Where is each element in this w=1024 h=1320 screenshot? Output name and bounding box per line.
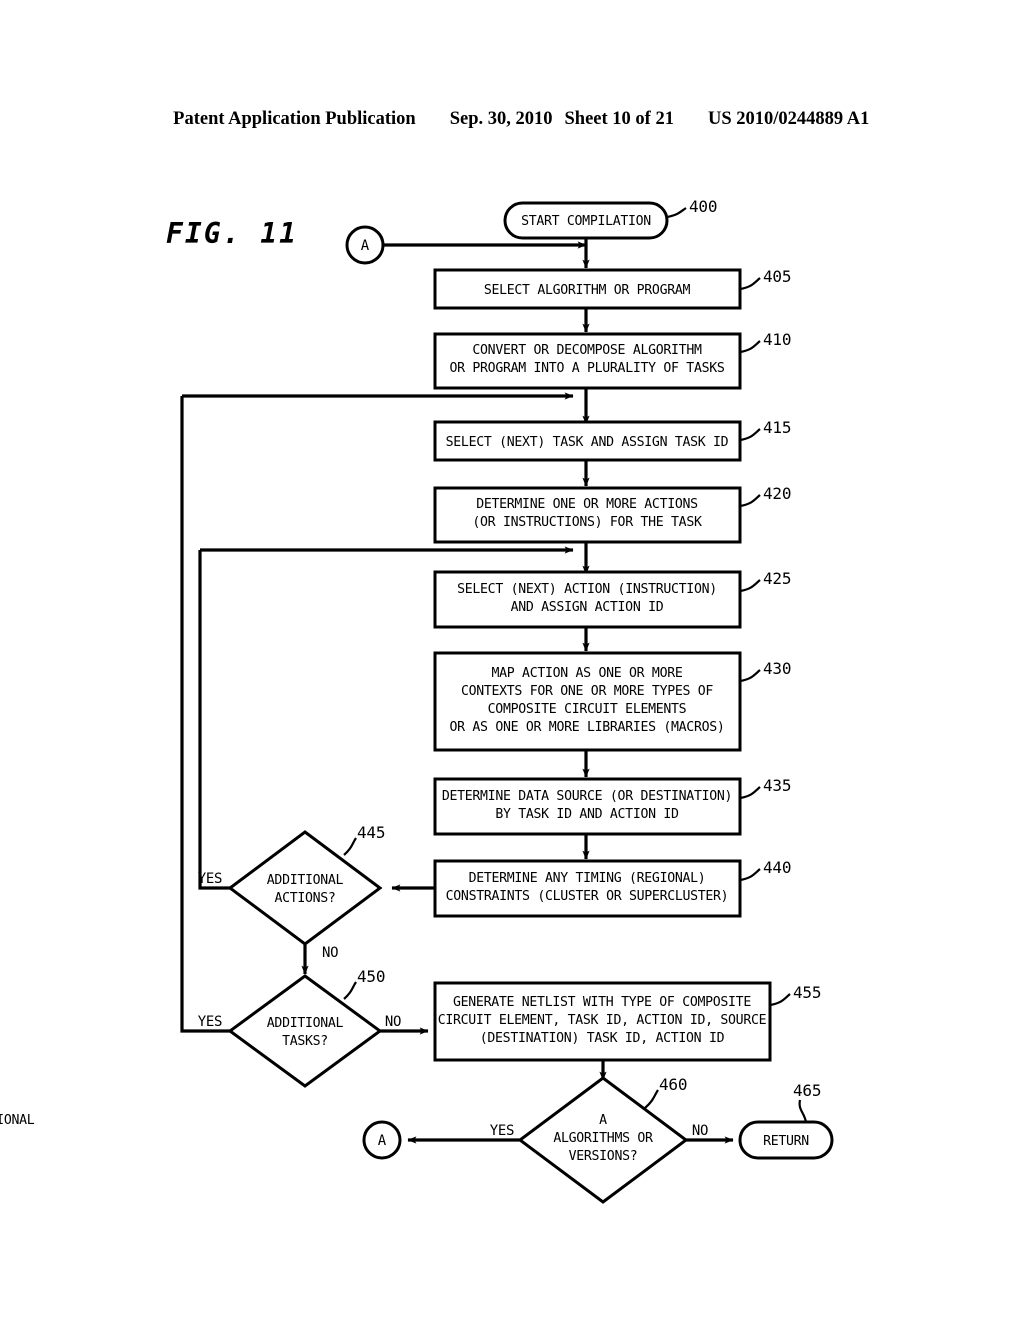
node-430-label-line4: OR AS ONE OR MORE LIBRARIES (MACROS) <box>449 720 724 735</box>
node-430-label-line3: COMPOSITE CIRCUIT ELEMENTS <box>488 702 687 717</box>
node-410-label-line2: OR PROGRAM INTO A PLURALITY OF TASKS <box>449 361 724 376</box>
node-425-label-line1: SELECT (NEXT) ACTION (INSTRUCTION) <box>457 582 717 597</box>
node-440-label-line1: DETERMINE ANY TIMING (REGIONAL) <box>469 871 706 886</box>
leader-465 <box>798 1099 808 1123</box>
ref-430: 430 <box>763 659 791 678</box>
node-460-label-line2: ALGORITHMS OR <box>553 1131 653 1146</box>
connector-a-top-label: A <box>361 238 370 254</box>
node-450-label-line2: TASKS? <box>282 1034 328 1049</box>
leader-440 <box>739 868 761 882</box>
leader-400 <box>666 207 687 219</box>
connector-a-bottom-label: A <box>378 1133 387 1149</box>
leader-425 <box>739 579 761 593</box>
leader-420 <box>739 494 761 508</box>
node-455-label-line1: GENERATE NETLIST WITH TYPE OF COMPOSITE <box>453 995 751 1010</box>
node-400-label: START COMPILATION <box>521 214 651 229</box>
edge-450-yes-path <box>180 396 230 1033</box>
node-445-label-line2: ACTIONS? <box>274 891 335 906</box>
leader-450 <box>343 981 357 1000</box>
node-440-label-line2: CONSTRAINTS (CLUSTER OR SUPERCLUSTER) <box>446 889 729 904</box>
node-425-label-line2: AND ASSIGN ACTION ID <box>511 600 664 615</box>
node-430-label-line1: MAP ACTION AS ONE OR MORE <box>492 666 683 681</box>
node-460-yes-label: YES <box>490 1123 514 1139</box>
node-450-decision <box>227 974 383 1088</box>
leader-430 <box>739 669 761 683</box>
node-465-label: RETURN <box>763 1134 809 1149</box>
ref-400: 400 <box>689 197 717 216</box>
leader-455 <box>769 993 791 1007</box>
ref-455: 455 <box>793 983 821 1002</box>
node-455-label-line3: (DESTINATION) TASK ID, ACTION ID <box>480 1031 725 1046</box>
ref-415: 415 <box>763 418 791 437</box>
ref-405: 405 <box>763 267 791 286</box>
node-420-label-line2: (OR INSTRUCTIONS) FOR THE TASK <box>472 515 702 530</box>
node-455-label-line2: CIRCUIT ELEMENT, TASK ID, ACTION ID, SOU… <box>438 1013 767 1028</box>
leader-410 <box>739 340 761 354</box>
ref-425: 425 <box>763 569 791 588</box>
node-450-no-label: NO <box>385 1014 401 1030</box>
node-430-label-line2: CONTEXTS FOR ONE OR MORE TYPES OF <box>461 684 713 699</box>
ref-440: 440 <box>763 858 791 877</box>
ref-445: 445 <box>357 823 385 842</box>
node-460-no-label: NO <box>692 1123 708 1139</box>
flowchart: FIG. 11 A START COMPILATION 400 SELECT A… <box>0 197 834 1204</box>
leader-415 <box>739 428 761 442</box>
leader-460 <box>644 1089 659 1109</box>
node-405-label: SELECT ALGORITHM OR PROGRAM <box>484 283 691 298</box>
node-435-label-line2: BY TASK ID AND ACTION ID <box>495 807 679 822</box>
node-435-label-line1: DETERMINE DATA SOURCE (OR DESTINATION) <box>442 789 732 804</box>
leader-445 <box>343 837 357 856</box>
node-460-label-line1: ADDITIONAL <box>0 1113 607 1128</box>
node-445-no-label: NO <box>322 945 338 961</box>
ref-450: 450 <box>357 967 385 986</box>
node-450-label-line1: ADDITIONAL <box>267 1016 344 1031</box>
patent-page: Patent Application Publication Sep. 30, 2… <box>0 0 1024 1320</box>
node-460-label-line3: VERSIONS? <box>569 1149 638 1164</box>
ref-410: 410 <box>763 330 791 349</box>
ref-460: 460 <box>659 1075 687 1094</box>
ref-435: 435 <box>763 776 791 795</box>
node-420-label-line1: DETERMINE ONE OR MORE ACTIONS <box>476 497 698 512</box>
leader-405 <box>739 277 761 291</box>
ref-465: 465 <box>793 1081 821 1100</box>
node-445-label-line1: ADDITIONAL <box>267 873 344 888</box>
leader-435 <box>739 786 761 800</box>
node-415-label: SELECT (NEXT) TASK AND ASSIGN TASK ID <box>446 435 729 450</box>
fig-label: FIG. 11 <box>166 217 298 250</box>
node-450-yes-label: YES <box>198 1014 222 1030</box>
node-410-label-line1: CONVERT OR DECOMPOSE ALGORITHM <box>472 343 702 358</box>
ref-420: 420 <box>763 484 791 503</box>
node-445-decision <box>227 830 383 946</box>
edge-445-yes-path <box>198 550 230 890</box>
